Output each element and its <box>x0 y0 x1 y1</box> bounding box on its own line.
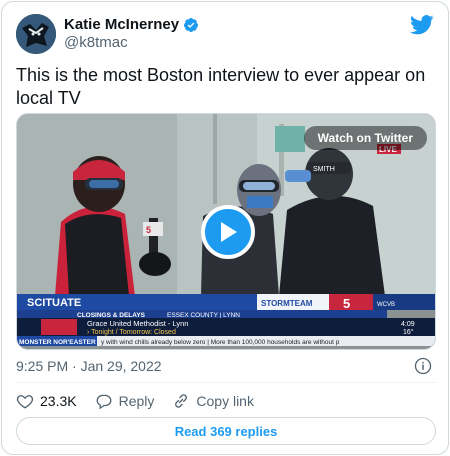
copy-link-button[interactable]: Copy link <box>172 392 254 410</box>
temp-text: 16° <box>403 328 414 336</box>
info-icon[interactable] <box>414 357 432 375</box>
county-text: ESSEX COUNTY | LYNN <box>167 312 240 319</box>
avatar[interactable] <box>16 14 56 54</box>
display-name[interactable]: Katie McInerney <box>64 16 179 33</box>
hat-text: SMITH <box>313 166 335 173</box>
call-sign: WCVB <box>377 302 395 308</box>
like-button[interactable]: 23.3K <box>16 392 77 410</box>
reply-icon <box>96 394 112 410</box>
stormteam-text: STORMTEAM <box>261 299 313 308</box>
closings-text: CLOSINGS & DELAYS <box>77 312 146 319</box>
link-icon <box>175 394 188 408</box>
clock-text: 4:09 <box>401 321 415 328</box>
ticker-tag: MONSTER NOR'EASTER <box>19 339 96 346</box>
watch-on-twitter-button[interactable]: Watch on Twitter <box>303 126 427 150</box>
play-icon <box>221 222 237 242</box>
ticker-text: y with wind chills already below zero | … <box>101 339 340 346</box>
tweet-text: This is the most Boston interview to eve… <box>16 65 426 108</box>
location-text: SCITUATE <box>27 297 81 309</box>
action-bar: 23.3K Reply Copy link <box>16 390 272 412</box>
read-replies-button[interactable]: Read 369 replies <box>16 417 436 445</box>
tweet-timestamp[interactable]: 9:25 PM · Jan 29, 2022 <box>16 358 162 374</box>
reply-label: Reply <box>118 393 155 409</box>
play-button[interactable] <box>201 205 255 259</box>
like-count: 23.3K <box>40 393 77 409</box>
copy-link-label: Copy link <box>196 393 254 409</box>
tweet-card: Katie McInerney @k8tmac This is the most… <box>1 1 449 455</box>
video-media[interactable]: 5 SMITH LIVE SCITUATE STORMTEAM 5 WCVB C… <box>16 113 436 350</box>
divider <box>16 382 436 383</box>
reply-button[interactable]: Reply <box>95 392 155 410</box>
twitter-bird-icon[interactable] <box>410 14 434 36</box>
handle[interactable]: @k8tmac <box>64 34 128 51</box>
heart-icon <box>16 395 34 409</box>
author-name-row[interactable]: Katie McInerney <box>64 16 199 33</box>
school-text: Grace United Methodist - Lynn <box>87 319 188 328</box>
avatar-image <box>16 14 56 54</box>
channel-logo: 5 <box>343 296 350 311</box>
mic-flag-text: 5 <box>146 225 151 235</box>
status-text: › Tonight / Tomorrow: Closed <box>87 329 176 336</box>
verified-badge-icon <box>184 17 199 32</box>
